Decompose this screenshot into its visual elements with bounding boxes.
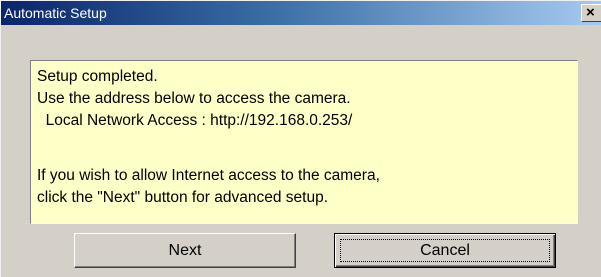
close-button[interactable]: × [581, 4, 601, 22]
window-title: Automatic Setup [4, 5, 107, 21]
cancel-button-label: Cancel [420, 241, 470, 259]
message-line-status: Setup completed. [37, 68, 158, 85]
next-button[interactable]: Next [74, 233, 296, 268]
message-line-next-hint: click the "Next" button for advanced set… [37, 189, 329, 206]
close-icon: × [586, 4, 595, 21]
next-button-label: Next [168, 241, 202, 259]
cancel-button[interactable]: Cancel [334, 233, 556, 268]
automatic-setup-dialog: Automatic Setup × Setup completed. Use t… [0, 0, 601, 277]
message-line-instruction: Use the address below to access the came… [37, 90, 351, 107]
title-bar[interactable]: Automatic Setup × [1, 1, 601, 25]
message-line-address: Local Network Access : http://192.168.0.… [37, 112, 353, 129]
message-line-internet-info: If you wish to allow Internet access to … [37, 167, 380, 184]
message-panel: Setup completed. Use the address below t… [30, 60, 578, 224]
